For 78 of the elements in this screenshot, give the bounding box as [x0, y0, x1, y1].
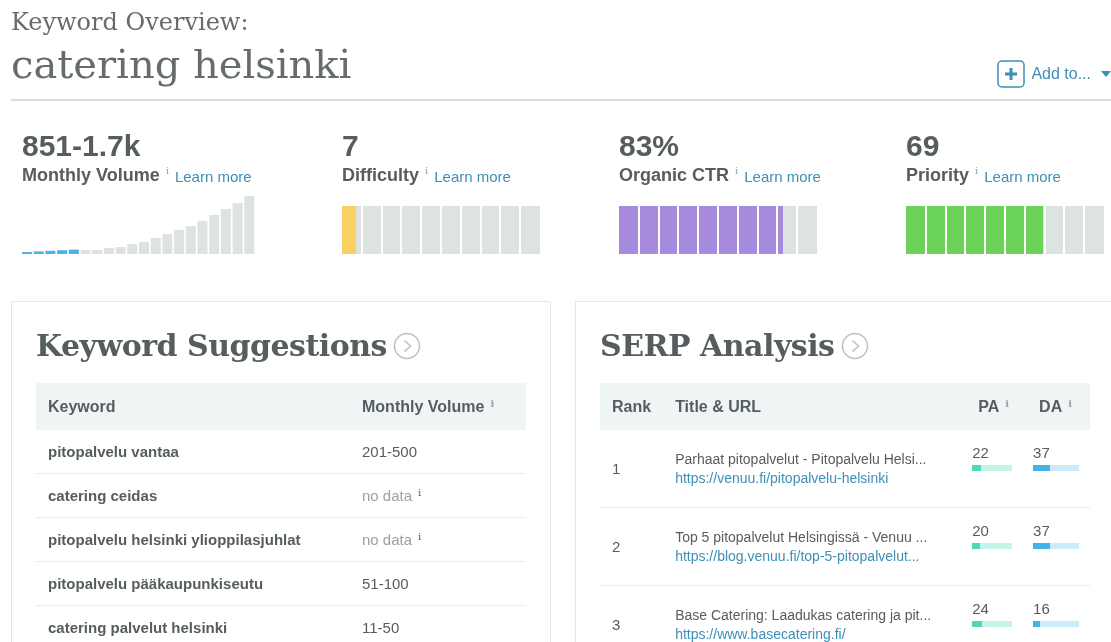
authority-value: 22: [972, 444, 990, 461]
column-header: DA: [1039, 397, 1063, 415]
metric-label: Organic CTR: [619, 165, 729, 186]
volume-bar: [150, 238, 161, 254]
volume-bar: [139, 242, 149, 254]
volume-bar: [232, 203, 243, 254]
rank-cell: 3: [600, 585, 664, 642]
volume-cell: 201-500: [362, 443, 418, 460]
volume-bar: [244, 196, 255, 254]
authority-value: 37: [1033, 522, 1051, 539]
authority-value: 20: [972, 522, 990, 539]
volume-cell: 11-50: [362, 619, 400, 636]
add-to-button[interactable]: Add to...: [1031, 65, 1091, 83]
authority-meter: [1033, 465, 1080, 471]
metric-label: Priority: [906, 165, 970, 186]
chevron-circle-icon[interactable]: [392, 331, 421, 360]
result-url-link[interactable]: https://www.basecatering.fi/: [675, 626, 955, 642]
info-mark[interactable]: i: [418, 531, 422, 542]
learn-more-link[interactable]: Learn more: [984, 168, 1061, 185]
metric-value: 851-1.7k: [22, 129, 142, 163]
rank-cell: 2: [600, 507, 664, 586]
info-mark[interactable]: i: [165, 165, 169, 177]
volume-bar: [162, 234, 173, 254]
keyword-cell: catering palvelut helsinki: [36, 605, 350, 642]
metric-value: 7: [342, 129, 360, 163]
metric-value: 83%: [619, 129, 681, 163]
column-header: PA: [978, 397, 1000, 415]
keyword-title: catering helsinki: [11, 40, 352, 89]
authority-meter: [1033, 543, 1080, 549]
result-title: Top 5 pitopalvelut Helsingissä - Venuu ...: [675, 529, 929, 545]
learn-more-link[interactable]: Learn more: [744, 168, 821, 185]
keyword-cell: pitopalvelu vantaa: [36, 430, 350, 474]
volume-bar: [185, 226, 196, 254]
authority-value: 16: [1033, 600, 1051, 617]
column-header: Title & URL: [675, 397, 762, 415]
column-header: Rank: [612, 397, 652, 415]
volume-bar: [174, 230, 185, 254]
card-title: SERP Analysis: [600, 328, 835, 363]
card-title: Keyword Suggestions: [36, 328, 387, 363]
metric-label: Monthly Volume: [22, 165, 160, 186]
info-mark[interactable]: i: [975, 165, 979, 177]
volume-bar: [197, 221, 208, 254]
result-url-link[interactable]: https://venuu.fi/pitopalvelu-helsinki: [675, 470, 955, 486]
volume-cell: no data: [362, 487, 413, 504]
metric-label: Difficulty: [342, 165, 419, 186]
column-header: Keyword: [36, 383, 350, 430]
chevron-circle-icon[interactable]: [840, 331, 869, 360]
rank-cell: 1: [600, 430, 664, 508]
keyword-cell: pitopalvelu pääkaupunkiseutu: [36, 561, 350, 606]
learn-more-link[interactable]: Learn more: [434, 168, 511, 185]
info-mark[interactable]: i: [490, 397, 495, 409]
keyword-cell: catering ceidas: [36, 473, 350, 518]
result-title: Base Catering: Laadukas catering ja pit...: [675, 607, 933, 623]
column-header: Monthly Volume: [362, 397, 485, 415]
info-mark[interactable]: i: [1068, 397, 1072, 409]
volume-bar: [127, 244, 138, 254]
volume-cell: no data: [362, 531, 413, 548]
keyword-cell: pitopalvelu helsinki ylioppilasjuhlat: [36, 517, 350, 562]
volume-bar: [220, 209, 231, 254]
info-mark[interactable]: i: [735, 165, 739, 177]
caret-icon[interactable]: [1101, 71, 1111, 77]
authority-meter: [972, 543, 1013, 549]
plus-icon[interactable]: [997, 60, 1026, 88]
authority-meter: [972, 465, 1013, 471]
metric-value: 69: [906, 129, 941, 163]
authority-value: 24: [972, 600, 990, 617]
result-url-link[interactable]: https://blog.venuu.fi/top-5-pitopalvelut...: [675, 548, 955, 564]
authority-value: 37: [1033, 444, 1051, 461]
info-mark[interactable]: i: [418, 487, 422, 498]
authority-meter: [1033, 621, 1080, 627]
page-overline: Keyword Overview:: [11, 7, 250, 36]
learn-more-link[interactable]: Learn more: [174, 168, 252, 185]
volume-bar: [209, 215, 220, 254]
authority-meter: [972, 621, 1013, 627]
volume-cell: 51-100: [362, 575, 409, 592]
info-mark[interactable]: i: [425, 165, 429, 177]
info-mark[interactable]: i: [1005, 397, 1010, 409]
result-title: Parhaat pitopalvelut - Pitopalvelu Helsi...: [675, 451, 928, 467]
